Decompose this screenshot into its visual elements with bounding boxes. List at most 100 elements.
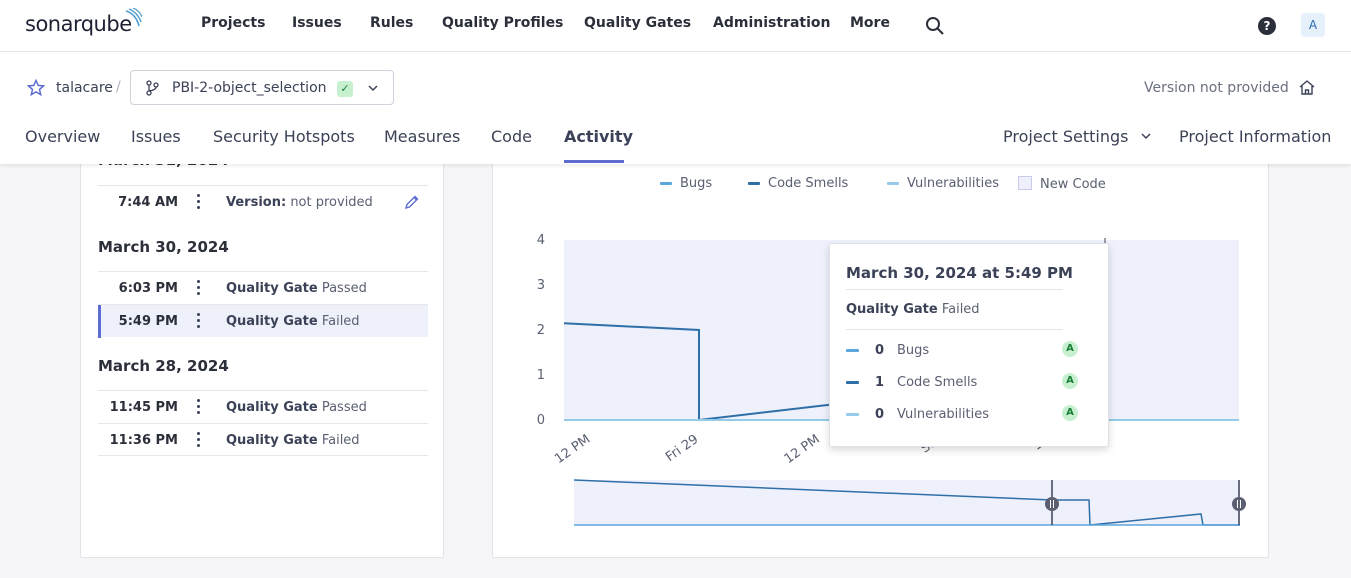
history-row[interactable]: 6:03 PM Quality Gate Passed xyxy=(98,271,428,304)
activity-history-panel: March 31, 2024 7:44 AM Version: not prov… xyxy=(80,130,444,558)
tooltip-event-status: Failed xyxy=(941,302,980,317)
project-settings-label: Project Settings xyxy=(1003,127,1129,146)
nav-quality-gates[interactable]: Quality Gates xyxy=(584,15,691,31)
row-label-value: not provided xyxy=(290,195,373,210)
branch-selector[interactable]: PBI-2-object_selection ✓ xyxy=(130,70,394,105)
bugs-swatch xyxy=(846,349,859,352)
chevron-down-icon xyxy=(1141,133,1151,140)
zoom-handle[interactable] xyxy=(1045,497,1059,511)
tooltip-metric-name: Code Smells xyxy=(897,375,978,390)
tab-activity[interactable]: Activity xyxy=(564,127,633,146)
more-options-icon[interactable] xyxy=(195,193,201,211)
project-header: talacare / PBI-2-object_selection ✓ Vers… xyxy=(0,52,1351,164)
branch-icon xyxy=(146,80,159,96)
branch-status-check-icon: ✓ xyxy=(337,81,353,97)
row-label-key: Quality Gate xyxy=(226,314,318,329)
logo-waves-icon xyxy=(125,8,142,27)
logo-text: sonarqube xyxy=(25,12,132,36)
more-options-icon[interactable] xyxy=(195,312,201,330)
home-icon[interactable] xyxy=(1298,79,1316,97)
tooltip-metric-name: Bugs xyxy=(897,343,930,358)
tooltip-row-bugs: 0 Bugs A xyxy=(846,341,1082,361)
tab-project-information[interactable]: Project Information xyxy=(1179,127,1331,146)
active-tab-indicator xyxy=(564,160,624,163)
history-row-selected[interactable]: 5:49 PM Quality Gate Failed xyxy=(98,304,428,338)
x-tick-label: Fri 29 xyxy=(663,432,701,465)
vulnerabilities-swatch xyxy=(846,413,859,416)
branch-name: PBI-2-object_selection xyxy=(172,80,327,96)
breadcrumb-separator: / xyxy=(116,79,121,95)
help-icon[interactable]: ? xyxy=(1258,17,1276,35)
row-label-key: Version: xyxy=(226,195,287,210)
y-tick-label: 2 xyxy=(537,323,545,338)
y-tick-label: 0 xyxy=(537,413,545,428)
row-time: 5:49 PM xyxy=(118,314,178,329)
tooltip-event-label: Quality Gate xyxy=(846,302,938,317)
tab-code[interactable]: Code xyxy=(491,127,532,146)
tooltip-row-code-smells: 1 Code Smells A xyxy=(846,373,1082,393)
x-tick-label: 12 PM xyxy=(782,432,823,467)
divider xyxy=(846,329,1063,330)
rating-badge: A xyxy=(1062,341,1078,357)
x-tick-label: 12 PM xyxy=(552,432,593,467)
search-icon[interactable] xyxy=(925,16,945,36)
row-label: Quality Gate Passed xyxy=(226,281,367,296)
y-tick-label: 1 xyxy=(537,368,545,383)
more-options-icon[interactable] xyxy=(195,279,201,297)
history-row[interactable]: 11:45 PM Quality Gate Passed xyxy=(98,390,428,423)
tooltip-value: 1 xyxy=(875,375,885,390)
tab-overview[interactable]: Overview xyxy=(25,127,100,146)
tab-security-hotspots[interactable]: Security Hotspots xyxy=(213,127,355,146)
tooltip-event: Quality Gate Failed xyxy=(846,302,980,317)
y-tick-label: 3 xyxy=(537,278,545,293)
project-name[interactable]: talacare xyxy=(56,80,113,96)
nav-administration[interactable]: Administration xyxy=(713,15,830,31)
tooltip-value: 0 xyxy=(875,407,885,422)
version-text: Version not provided xyxy=(1144,80,1289,96)
row-label: Quality Gate Passed xyxy=(226,400,367,415)
row-label-value: Failed xyxy=(321,433,360,448)
chart-tooltip: March 30, 2024 at 5:49 PM Quality Gate F… xyxy=(829,243,1109,447)
overview-area xyxy=(574,480,1240,525)
nav-projects[interactable]: Projects xyxy=(201,15,265,31)
more-options-icon[interactable] xyxy=(195,398,201,416)
nav-rules[interactable]: Rules xyxy=(370,15,413,31)
tooltip-row-vulnerabilities: 0 Vulnerabilities A xyxy=(846,405,1082,425)
row-time: 11:36 PM xyxy=(109,433,178,448)
avatar[interactable]: A xyxy=(1301,13,1325,37)
row-label-key: Quality Gate xyxy=(226,433,318,448)
tab-project-settings[interactable]: Project Settings xyxy=(1003,127,1152,146)
nav-more[interactable]: More xyxy=(850,15,890,31)
nav-quality-profiles[interactable]: Quality Profiles xyxy=(442,15,563,31)
pencil-icon[interactable] xyxy=(404,194,420,210)
row-time: 7:44 AM xyxy=(118,195,178,210)
more-options-icon[interactable] xyxy=(195,431,201,449)
rating-badge: A xyxy=(1062,405,1078,421)
row-label-value: Failed xyxy=(321,314,360,329)
code-smells-swatch xyxy=(846,381,859,384)
row-label: Quality Gate Failed xyxy=(226,433,360,448)
star-icon[interactable] xyxy=(27,79,45,97)
date-heading: March 28, 2024 xyxy=(98,357,229,375)
tooltip-metric-name: Vulnerabilities xyxy=(897,407,989,422)
row-label-value: Passed xyxy=(321,400,367,415)
chevron-down-icon xyxy=(368,85,378,92)
tab-measures[interactable]: Measures xyxy=(384,127,460,146)
tooltip-title: March 30, 2024 at 5:49 PM xyxy=(846,264,1073,282)
divider xyxy=(846,289,1063,290)
row-label-value: Passed xyxy=(321,281,367,296)
row-label: Quality Gate Failed xyxy=(226,314,360,329)
tooltip-value: 0 xyxy=(875,343,885,358)
sonarqube-logo[interactable]: sonarqube xyxy=(25,8,142,36)
row-label: Version: not provided xyxy=(226,195,373,210)
nav-issues[interactable]: Issues xyxy=(292,15,342,31)
rating-badge: A xyxy=(1062,373,1078,389)
row-time: 11:45 PM xyxy=(109,400,178,415)
tab-issues[interactable]: Issues xyxy=(131,127,181,146)
history-row[interactable]: 11:36 PM Quality Gate Failed xyxy=(98,423,428,456)
zoom-handle[interactable] xyxy=(1232,497,1246,511)
row-time: 6:03 PM xyxy=(118,281,178,296)
top-navigation: sonarqube Projects Issues Rules Quality … xyxy=(0,0,1351,52)
row-label-key: Quality Gate xyxy=(226,281,318,296)
y-tick-label: 4 xyxy=(537,233,545,248)
